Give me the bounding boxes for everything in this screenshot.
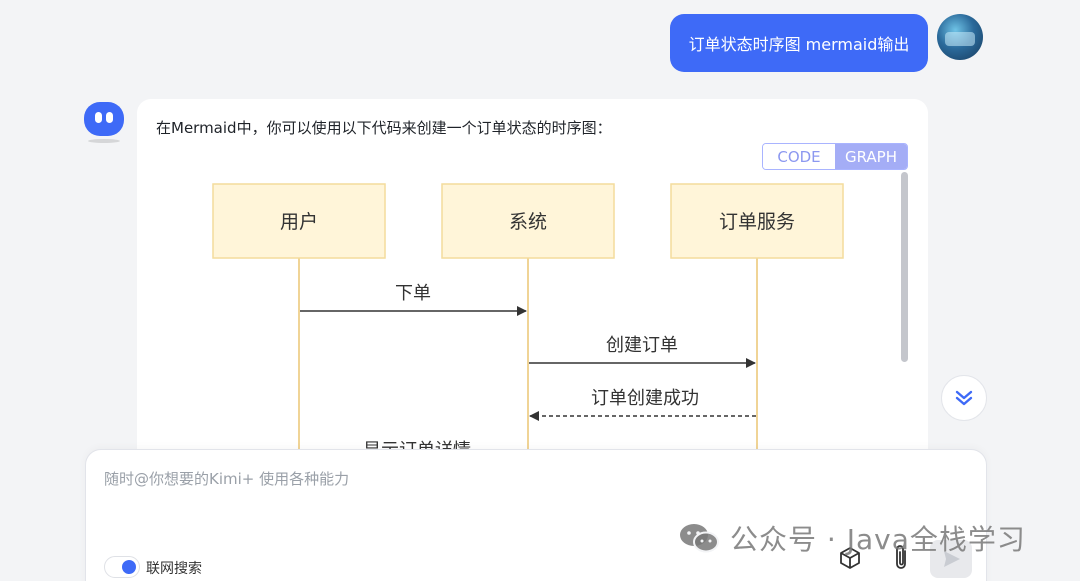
bot-avatar-shadow — [88, 139, 120, 143]
user-message-bubble: 订单状态时序图 mermaid输出 — [670, 14, 928, 72]
watermark: 公众号 · Java全栈学习 — [678, 518, 1026, 558]
bot-eye-left — [95, 112, 102, 123]
code-tab[interactable]: CODE — [763, 144, 835, 169]
web-search-label: 联网搜索 — [146, 561, 202, 577]
chat-input-placeholder[interactable]: 随时@你想要的Kimi+ 使用各种能力 — [104, 468, 349, 489]
bot-intro-text: 在Mermaid中，你可以使用以下代码来创建一个订单状态的时序图： — [156, 119, 612, 137]
user-avatar[interactable] — [937, 14, 983, 60]
scroll-down-button[interactable] — [941, 375, 987, 421]
chevron-double-down-icon — [955, 390, 973, 406]
bot-eye-right — [106, 112, 113, 123]
graph-tab[interactable]: GRAPH — [835, 144, 907, 169]
code-graph-toggle: CODE GRAPH — [762, 143, 908, 170]
diagram-scrollbar[interactable] — [901, 172, 908, 362]
watermark-text: 公众号 · Java全栈学习 — [730, 523, 1026, 556]
web-search-toggle-knob — [122, 560, 136, 574]
web-search-toggle[interactable] — [104, 556, 140, 578]
wechat-icon — [680, 524, 719, 553]
kimi-bot-avatar — [84, 102, 124, 136]
user-message-text: 订单状态时序图 mermaid输出 — [688, 35, 910, 54]
